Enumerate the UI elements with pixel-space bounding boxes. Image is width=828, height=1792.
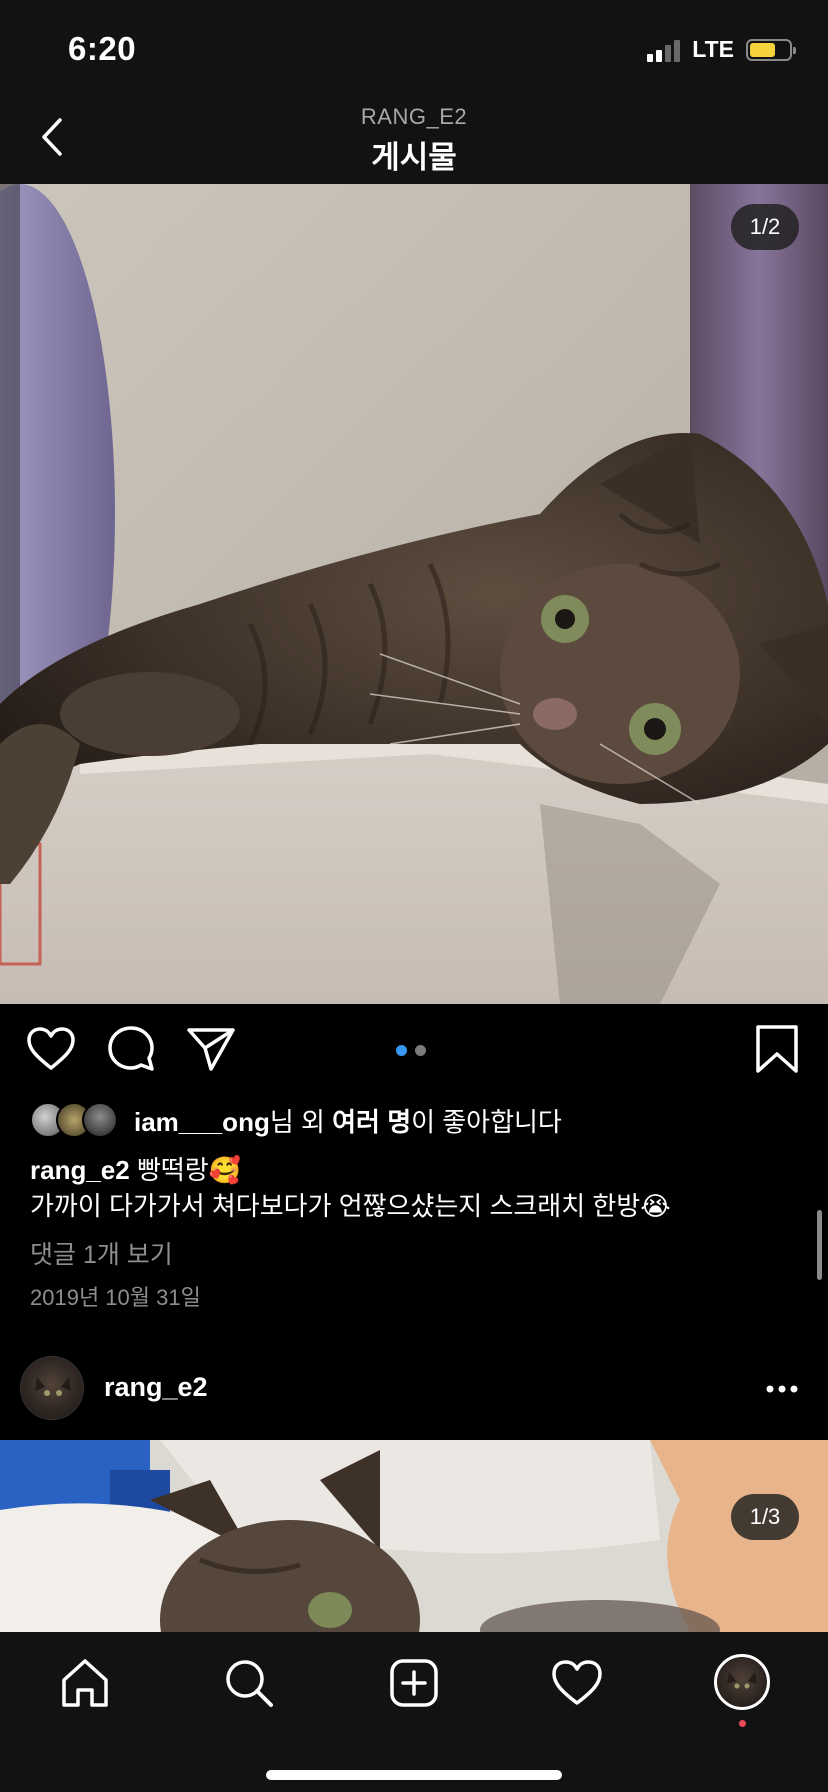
caption-line: 가까이 다가가서 쳐다보다가 언짢으샸는지 스크래치 한방😭 (30, 1191, 671, 1221)
status-indicators: LTE (647, 36, 796, 63)
tab-bar (0, 1632, 828, 1792)
profile-avatar[interactable] (714, 1654, 770, 1710)
signal-icon (647, 38, 681, 62)
home-indicator (266, 1770, 562, 1780)
cat-on-box-photo (0, 184, 828, 1004)
status-time: 6:20 (68, 30, 137, 67)
likes-text: iam___ong님 외 여러 명이 좋아합니다 (134, 1106, 562, 1137)
home-icon[interactable] (56, 1654, 114, 1712)
post-username[interactable]: rang_e2 (104, 1372, 208, 1403)
more-options-icon[interactable] (762, 1374, 802, 1404)
profile-username: RANG_E2 (360, 104, 468, 129)
liker-username[interactable]: iam___ong (134, 1107, 270, 1137)
add-post-icon[interactable] (385, 1654, 443, 1712)
avatar[interactable] (20, 1356, 84, 1420)
notification-dot (739, 1720, 746, 1727)
photo-counter: 1/3 (731, 1494, 799, 1540)
nav-header: RANG_E2 게시물 (0, 92, 828, 184)
post-caption: rang_e2 빵떡랑🥰 가까이 다가가서 쳐다보다가 언짢으샸는지 스크래치 … (30, 1152, 810, 1224)
like-heart-icon[interactable] (24, 1022, 78, 1076)
post-header: rang_e2 (0, 1352, 828, 1424)
cat-on-blanket-photo (0, 1440, 828, 1632)
post-date: 2019년 10월 31일 (30, 1285, 201, 1310)
search-icon[interactable] (220, 1654, 278, 1712)
carousel-dots (396, 1045, 426, 1056)
share-paper-plane-icon[interactable] (184, 1022, 238, 1076)
liker-avatar (82, 1102, 118, 1138)
post-photo[interactable]: 1/2 (0, 184, 828, 1004)
carousel-dot-active (396, 1045, 407, 1056)
liker-avatars (30, 1102, 118, 1138)
caption-username[interactable]: rang_e2 (30, 1155, 130, 1185)
page-title: 게시물 (371, 140, 457, 175)
activity-heart-icon[interactable] (548, 1654, 606, 1712)
network-label: LTE (692, 36, 734, 62)
carousel-dot (415, 1045, 426, 1056)
likes-summary[interactable]: iam___ong님 외 여러 명이 좋아합니다 (30, 1100, 562, 1140)
view-comments-link[interactable]: 댓글 1개 보기 (30, 1235, 173, 1271)
status-bar: 6:20 LTE (0, 0, 828, 92)
likes-others-link[interactable]: 여러 명 (332, 1107, 411, 1137)
photo-counter: 1/2 (731, 204, 799, 250)
battery-icon (746, 38, 796, 61)
post-photo[interactable]: 1/3 (0, 1440, 828, 1632)
comment-icon[interactable] (104, 1022, 158, 1076)
scrollbar (817, 1210, 822, 1280)
caption-line: 빵떡랑🥰 (136, 1155, 242, 1185)
bookmark-icon[interactable] (750, 1022, 804, 1076)
